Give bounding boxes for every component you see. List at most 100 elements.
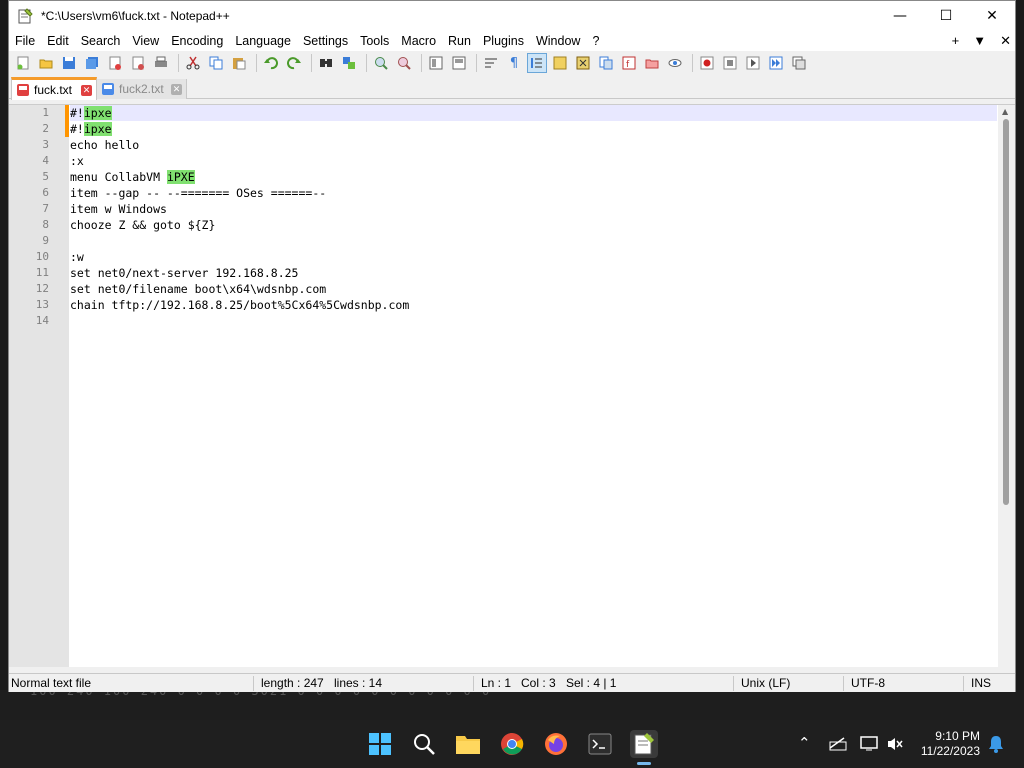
menu-macro[interactable]: Macro <box>395 34 442 48</box>
code-line[interactable]: chooze Z && goto ${Z} <box>70 217 997 233</box>
chevron-up-icon[interactable]: ⌃ <box>798 734 811 752</box>
print-icon[interactable] <box>151 53 171 73</box>
doc-list-icon[interactable] <box>596 53 616 73</box>
terminal-icon[interactable] <box>586 730 614 758</box>
code-line[interactable]: set net0/filename boot\x64\wdsnbp.com <box>70 281 997 297</box>
code-line[interactable] <box>70 313 997 329</box>
status-encoding[interactable]: UTF-8 <box>851 676 885 690</box>
find-icon[interactable] <box>316 53 336 73</box>
redo-icon[interactable] <box>284 53 304 73</box>
code-line[interactable]: item --gap -- --======= OSes ======-- <box>70 185 997 201</box>
sync-h-icon[interactable] <box>449 53 469 73</box>
udl-icon[interactable] <box>550 53 570 73</box>
monitoring-icon[interactable] <box>665 53 685 73</box>
save-icon[interactable] <box>59 53 79 73</box>
tab-close-icon[interactable]: ✕ <box>81 84 92 96</box>
status-divider <box>253 676 254 691</box>
sync-v-icon[interactable] <box>426 53 446 73</box>
folder-workspace-icon[interactable] <box>642 53 662 73</box>
menu-run[interactable]: Run <box>442 34 477 48</box>
chrome-icon[interactable] <box>498 730 526 758</box>
minimize-button[interactable]: — <box>877 1 923 31</box>
search-icon[interactable] <box>410 730 438 758</box>
indent-guide-icon[interactable] <box>527 53 547 73</box>
windows-start-icon[interactable] <box>366 730 394 758</box>
text-editor[interactable]: 1 2 3 4 5 6 7 8 9 10 11 12 13 14 #!ipxe #!ipxe echo hel… <box>9 104 1015 667</box>
record-macro-icon[interactable] <box>697 53 717 73</box>
show-all-chars-icon[interactable]: ¶ <box>504 53 524 73</box>
tab-fuck2-txt[interactable]: fuck2.txt ✕ <box>97 79 187 99</box>
menu-settings[interactable]: Settings <box>297 34 354 48</box>
notification-bell-icon[interactable] <box>988 735 1004 757</box>
scrollbar-thumb[interactable] <box>1003 119 1009 505</box>
cut-icon[interactable] <box>183 53 203 73</box>
code-line[interactable]: set net0/next-server 192.168.8.25 <box>70 265 997 281</box>
menu-plugins[interactable]: Plugins <box>477 34 530 48</box>
highlighted-match: iPXE <box>166 170 195 184</box>
replace-icon[interactable] <box>339 53 359 73</box>
display-icon[interactable] <box>860 736 878 756</box>
status-divider <box>473 676 474 691</box>
menu-edit[interactable]: Edit <box>41 34 75 48</box>
new-tab-button[interactable]: + <box>952 33 960 49</box>
tab-fuck-txt[interactable]: fuck.txt ✕ <box>11 77 97 100</box>
code-line[interactable]: item w Windows <box>70 201 997 217</box>
file-explorer-icon[interactable] <box>454 730 482 758</box>
save-macro-icon[interactable] <box>789 53 809 73</box>
close-icon[interactable] <box>105 53 125 73</box>
close-all-icon[interactable] <box>128 53 148 73</box>
status-eol[interactable]: Unix (LF) <box>741 676 790 690</box>
code-line[interactable]: :w <box>70 249 997 265</box>
menu-help[interactable]: ? <box>586 34 605 48</box>
maximize-button[interactable]: ☐ <box>923 1 969 31</box>
close-button[interactable]: ✕ <box>969 1 1015 31</box>
open-file-icon[interactable] <box>36 53 56 73</box>
scroll-up-icon[interactable]: ▲ <box>1002 107 1008 116</box>
menu-view[interactable]: View <box>126 34 165 48</box>
word-wrap-icon[interactable] <box>481 53 501 73</box>
run-macro-multiple-icon[interactable] <box>766 53 786 73</box>
menu-window[interactable]: Window <box>530 34 586 48</box>
status-insert-mode[interactable]: INS <box>971 676 991 690</box>
system-clock[interactable]: 9:10 PM 11/22/2023 <box>921 729 980 759</box>
zoom-out-icon[interactable] <box>394 53 414 73</box>
menu-search[interactable]: Search <box>75 34 127 48</box>
tab-close-icon[interactable]: ✕ <box>171 83 182 95</box>
volume-muted-icon[interactable] <box>886 736 904 756</box>
function-list-icon[interactable]: f <box>619 53 639 73</box>
tab-list-dropdown[interactable]: ▼ <box>973 33 986 49</box>
copy-icon[interactable] <box>206 53 226 73</box>
save-all-icon[interactable] <box>82 53 102 73</box>
zoom-in-icon[interactable] <box>371 53 391 73</box>
clock-date: 11/22/2023 <box>920 744 980 758</box>
close-document-button[interactable]: ✕ <box>1000 33 1011 49</box>
menu-file[interactable]: File <box>9 34 41 48</box>
doc-map-icon[interactable] <box>573 53 593 73</box>
new-file-icon[interactable] <box>13 53 33 73</box>
notepad-plus-plus-taskbar-icon[interactable] <box>630 730 658 758</box>
menu-tools[interactable]: Tools <box>354 34 395 48</box>
menu-encoding[interactable]: Encoding <box>165 34 229 48</box>
network-disconnected-icon[interactable] <box>828 736 848 756</box>
vertical-scrollbar[interactable]: ▲ <box>998 105 1015 667</box>
status-lines: lines : 14 <box>334 676 383 690</box>
line-number: 10 <box>35 250 49 263</box>
code-line[interactable]: menu CollabVM iPXE <box>70 169 997 185</box>
toolbar-separator <box>692 54 693 72</box>
line-number: 13 <box>35 298 49 311</box>
undo-icon[interactable] <box>261 53 281 73</box>
firefox-icon[interactable] <box>542 730 570 758</box>
code-line[interactable]: #!ipxe <box>70 121 997 137</box>
title-bar[interactable]: *C:\Users\vm6\fuck.txt - Notepad++ — ☐ ✕ <box>9 1 1015 31</box>
code-line[interactable]: echo hello <box>70 137 997 153</box>
stop-record-icon[interactable] <box>720 53 740 73</box>
code-line[interactable] <box>70 233 997 249</box>
code-area[interactable]: #!ipxe #!ipxe echo hello:x menu CollabVM iP… <box>70 105 997 329</box>
menu-language[interactable]: Language <box>229 34 297 48</box>
code-line[interactable]: #!ipxe <box>70 105 997 121</box>
code-line[interactable]: chain tftp://192.168.8.25/boot%5Cx64%5Cw… <box>70 297 997 313</box>
play-macro-icon[interactable] <box>743 53 763 73</box>
code-line[interactable]: :x <box>70 153 997 169</box>
paste-icon[interactable] <box>229 53 249 73</box>
line-number: 11 <box>35 266 49 279</box>
